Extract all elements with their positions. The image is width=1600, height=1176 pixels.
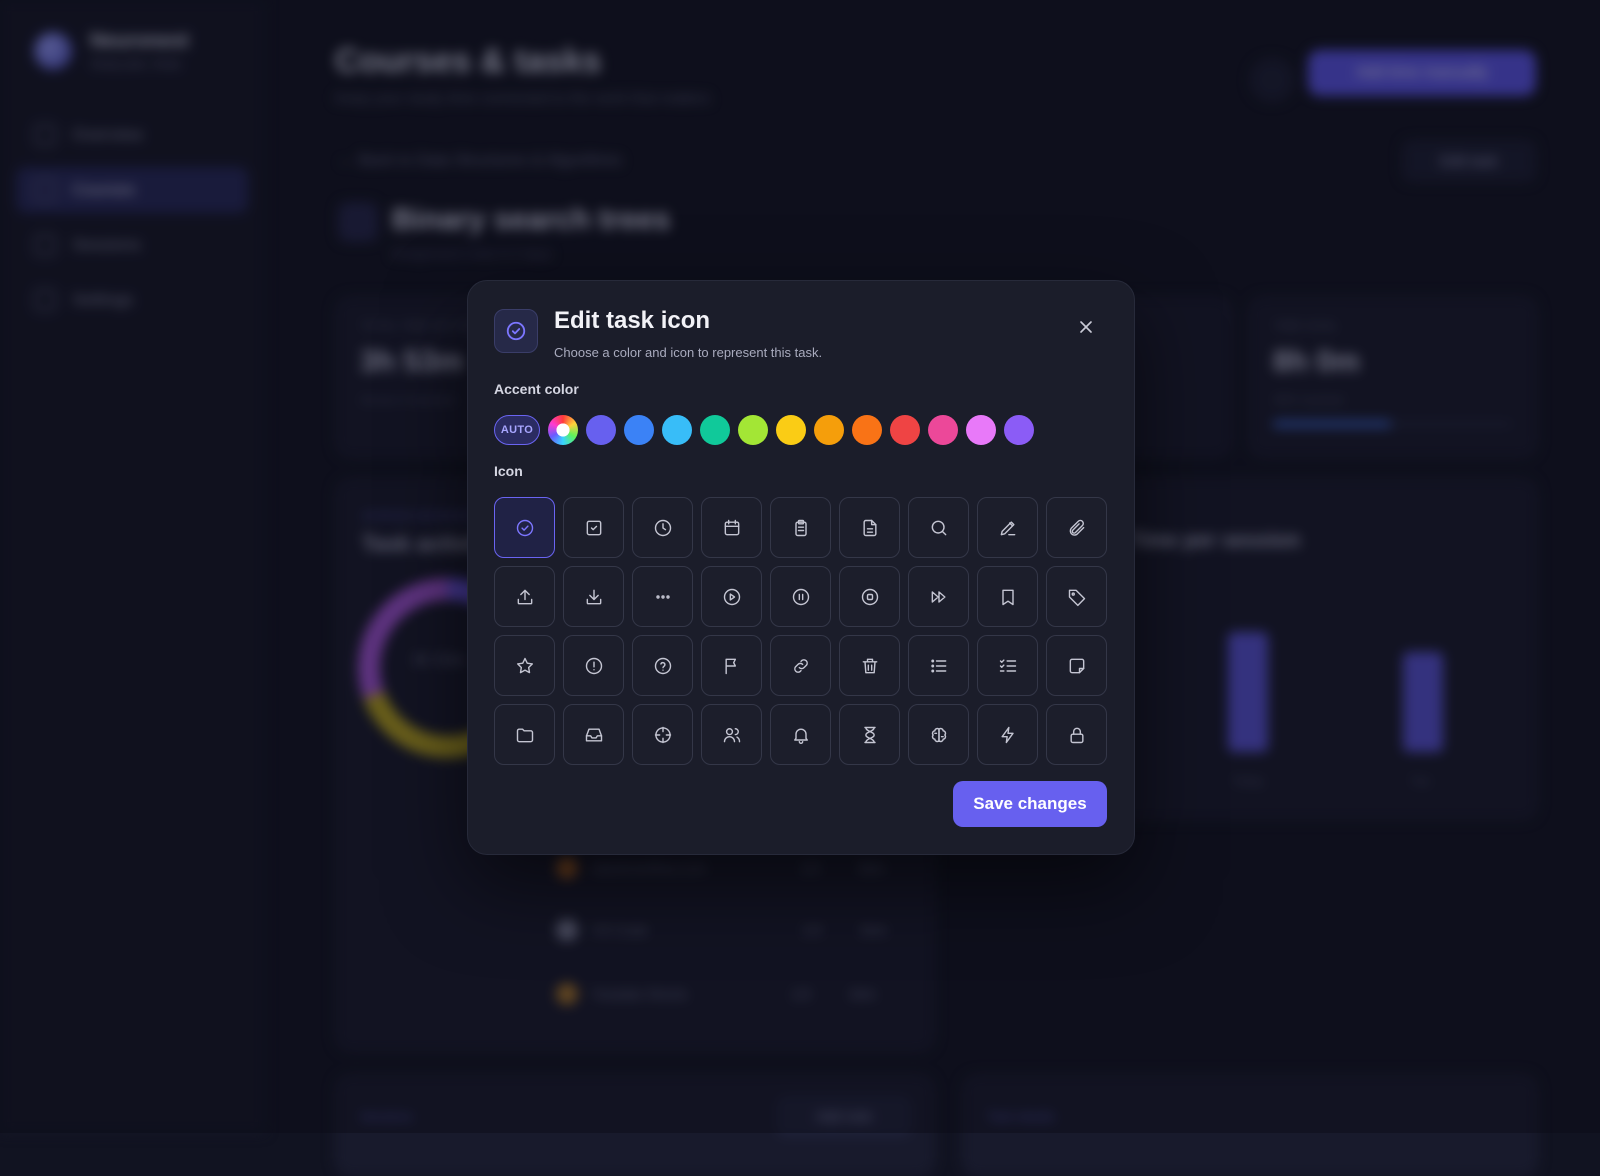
dialog-title: Edit task icon: [554, 307, 711, 334]
icon-option-inbox[interactable]: [563, 704, 624, 765]
save-changes-button[interactable]: Save changes: [953, 781, 1107, 827]
icon-label: Icon: [494, 463, 523, 479]
color-swatch[interactable]: [852, 415, 882, 445]
color-swatch[interactable]: [814, 415, 844, 445]
icon-option-lock[interactable]: [1046, 704, 1107, 765]
icon-option-bell[interactable]: [770, 704, 831, 765]
brain-icon: [931, 727, 946, 742]
icon-option-list[interactable]: [908, 635, 969, 696]
bookmark-icon: [1001, 589, 1014, 605]
color-swatch[interactable]: [776, 415, 806, 445]
icon-option-calendar[interactable]: [701, 497, 762, 558]
auto-color-button[interactable]: AUTO: [494, 415, 540, 445]
icon-option-users[interactable]: [701, 704, 762, 765]
icon-option-crosshair[interactable]: [632, 704, 693, 765]
custom-color-swatch[interactable]: [548, 415, 578, 445]
folder-icon: [516, 727, 533, 742]
upload-icon: [517, 589, 532, 604]
play-circle-icon: [723, 588, 740, 605]
list-icon: [930, 659, 946, 672]
accent-color-label: Accent color: [494, 381, 579, 397]
paperclip-icon: [1069, 519, 1084, 536]
trash-icon: [862, 658, 877, 673]
icon-option-flag[interactable]: [701, 635, 762, 696]
icon-option-zap[interactable]: [977, 704, 1038, 765]
color-swatch[interactable]: [624, 415, 654, 445]
icon-option-clipboard[interactable]: [770, 497, 831, 558]
color-swatch[interactable]: [1004, 415, 1034, 445]
alert-circle-icon: [585, 657, 602, 674]
check-square-icon: [586, 520, 601, 535]
icon-option-pause-circle[interactable]: [770, 566, 831, 627]
icon-option-fast-forward[interactable]: [908, 566, 969, 627]
task-icon-preview: [494, 309, 538, 353]
search-icon: [931, 520, 946, 535]
fast-forward-icon: [931, 590, 946, 603]
icon-option-alert-circle[interactable]: [563, 635, 624, 696]
flag-icon: [724, 658, 736, 674]
icon-option-check-circle[interactable]: [494, 497, 555, 558]
tag-icon: [1068, 589, 1085, 606]
bell-icon: [793, 728, 808, 744]
accent-color-picker: AUTO: [494, 414, 1034, 446]
color-swatch[interactable]: [700, 415, 730, 445]
color-swatch[interactable]: [966, 415, 996, 445]
check-circle-icon: [506, 321, 526, 341]
icon-option-upload[interactable]: [494, 566, 555, 627]
sticky-note-icon: [1069, 658, 1084, 673]
more-horizontal-icon: [655, 594, 670, 599]
zap-icon: [1000, 726, 1014, 743]
icon-option-folder[interactable]: [494, 704, 555, 765]
icon-grid: [494, 497, 1107, 765]
lock-icon: [1069, 727, 1084, 743]
icon-option-more-horizontal[interactable]: [632, 566, 693, 627]
icon-option-star[interactable]: [494, 635, 555, 696]
color-swatch[interactable]: [928, 415, 958, 445]
star-icon: [516, 657, 533, 673]
close-button[interactable]: [1074, 315, 1098, 339]
stop-circle-icon: [861, 588, 878, 605]
crosshair-icon: [654, 726, 671, 743]
icon-option-pen[interactable]: [977, 497, 1038, 558]
color-swatch[interactable]: [662, 415, 692, 445]
close-icon: [1080, 321, 1092, 333]
list-checks-icon: [999, 658, 1016, 672]
icon-option-document[interactable]: [839, 497, 900, 558]
inbox-icon: [585, 727, 602, 742]
icon-option-download[interactable]: [563, 566, 624, 627]
download-icon: [586, 589, 601, 604]
help-circle-icon: [654, 657, 671, 674]
icon-option-hourglass[interactable]: [839, 704, 900, 765]
icon-option-list-checks[interactable]: [977, 635, 1038, 696]
color-swatch[interactable]: [586, 415, 616, 445]
clock-icon: [654, 519, 671, 536]
icon-option-sticky-note[interactable]: [1046, 635, 1107, 696]
icon-option-search[interactable]: [908, 497, 969, 558]
hourglass-icon: [863, 726, 876, 743]
icon-option-link[interactable]: [770, 635, 831, 696]
icon-option-bookmark[interactable]: [977, 566, 1038, 627]
pause-circle-icon: [792, 588, 809, 605]
icon-option-help-circle[interactable]: [632, 635, 693, 696]
pen-icon: [1000, 520, 1015, 535]
icon-option-check-square[interactable]: [563, 497, 624, 558]
color-swatch[interactable]: [890, 415, 920, 445]
icon-option-play-circle[interactable]: [701, 566, 762, 627]
icon-option-tag[interactable]: [1046, 566, 1107, 627]
document-icon: [862, 519, 877, 536]
icon-option-stop-circle[interactable]: [839, 566, 900, 627]
icon-option-paperclip[interactable]: [1046, 497, 1107, 558]
icon-option-trash[interactable]: [839, 635, 900, 696]
clipboard-icon: [794, 519, 807, 536]
icon-option-clock[interactable]: [632, 497, 693, 558]
icon-option-brain[interactable]: [908, 704, 969, 765]
check-circle-icon: [516, 519, 533, 536]
link-icon: [793, 658, 808, 673]
edit-task-icon-dialog: Edit task icon Choose a color and icon t…: [467, 280, 1135, 855]
users-icon: [723, 727, 740, 742]
color-swatch[interactable]: [738, 415, 768, 445]
calendar-icon: [724, 519, 739, 535]
dialog-subtitle: Choose a color and icon to represent thi…: [554, 345, 823, 360]
